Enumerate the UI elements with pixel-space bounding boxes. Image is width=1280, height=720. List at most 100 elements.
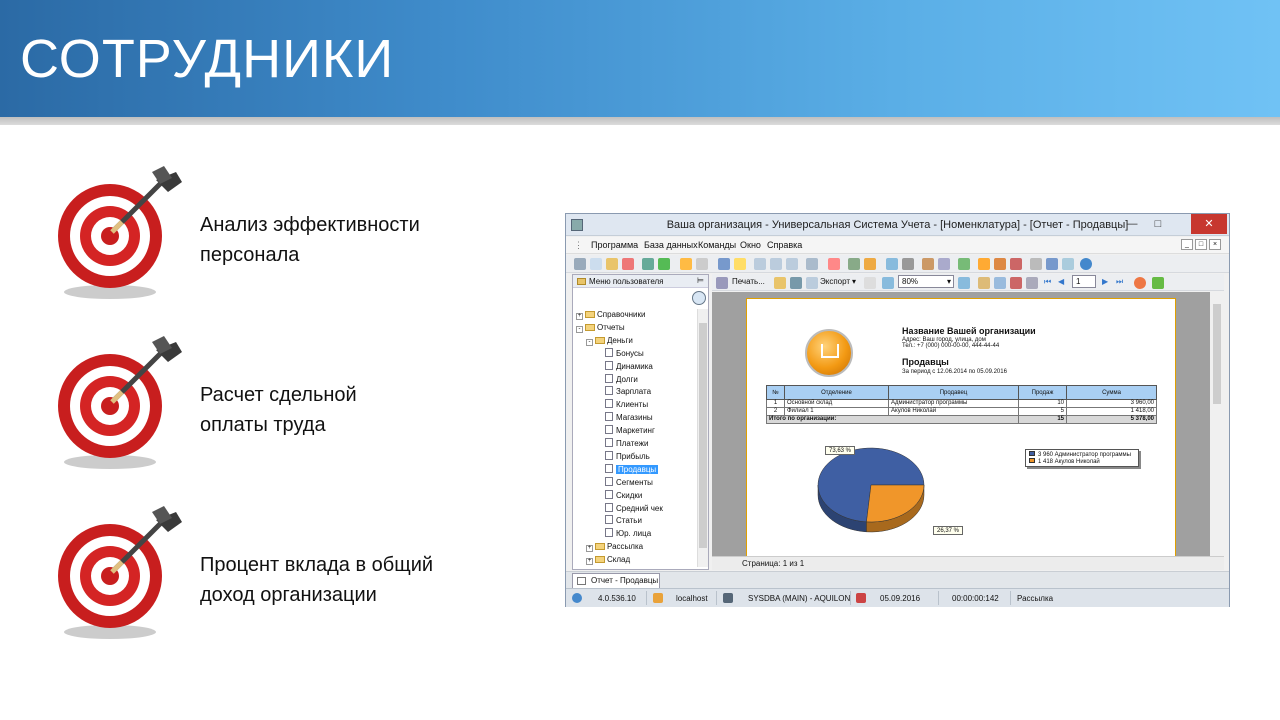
mail-icon[interactable]	[1010, 258, 1022, 270]
first-icon[interactable]	[754, 258, 766, 270]
refresh-icon[interactable]	[658, 258, 670, 270]
tree-item[interactable]: Средний чек	[596, 502, 663, 515]
tree-item[interactable]: Долги	[596, 373, 638, 386]
rebuild-icon[interactable]	[1152, 277, 1164, 289]
scrollbar-thumb[interactable]	[1213, 304, 1221, 404]
search-icon[interactable]	[642, 258, 654, 270]
print-icon[interactable]	[806, 258, 818, 270]
up-icon[interactable]	[770, 258, 782, 270]
close-icon[interactable]: ✕	[1191, 214, 1227, 234]
delete-icon[interactable]	[622, 258, 634, 270]
tree-item[interactable]: Магазины	[596, 412, 653, 424]
printer-icon[interactable]	[1046, 258, 1058, 270]
tree-item[interactable]: Клиенты	[596, 399, 648, 411]
first-page-icon[interactable]: ⏮	[1044, 277, 1051, 287]
tree-item[interactable]: - Отчеты	[576, 322, 625, 334]
print-button[interactable]: Печать...	[732, 277, 765, 286]
edit-report-icon[interactable]	[1026, 277, 1038, 289]
export-button[interactable]: Экспорт	[820, 277, 850, 286]
tree-item-label: Статьи	[616, 516, 642, 526]
tree-item[interactable]: + Склад	[586, 554, 630, 566]
tools-icon[interactable]	[922, 258, 934, 270]
grid-icon[interactable]	[848, 258, 860, 270]
image-icon[interactable]	[958, 258, 970, 270]
page-number-input[interactable]: 1	[1072, 275, 1096, 288]
mdi-restore-icon[interactable]: □	[1195, 239, 1207, 250]
printer-icon	[716, 277, 728, 289]
calendar-icon[interactable]	[1030, 258, 1042, 270]
zoom-select[interactable]: 80% ▾	[898, 275, 954, 288]
zoom-out-icon[interactable]	[958, 277, 970, 289]
tree-item[interactable]: Зарплата	[596, 386, 651, 398]
menu-item-help[interactable]: Справка	[767, 240, 802, 250]
copy-icon[interactable]	[590, 258, 602, 270]
tab-report-sellers[interactable]: Отчет - Продавцы	[572, 573, 660, 588]
lock-icon[interactable]	[978, 258, 990, 270]
page-setup-icon[interactable]	[864, 277, 876, 289]
down-icon[interactable]	[786, 258, 798, 270]
pin-icon[interactable]: ⊨	[697, 276, 704, 285]
mdi-minimize-icon[interactable]: _	[1181, 239, 1193, 250]
tree-item[interactable]: Сегменты	[596, 476, 653, 489]
tree-item[interactable]: - Деньги	[586, 335, 633, 347]
scrollbar-thumb[interactable]	[699, 323, 707, 548]
tree-item[interactable]: Бонусы	[596, 347, 644, 360]
tree-item[interactable]: Прибыль	[596, 450, 650, 463]
col-header: Отделение	[784, 385, 889, 400]
folder-icon	[585, 311, 595, 318]
tree-item[interactable]: Статьи	[596, 515, 642, 527]
tree-item[interactable]: Юр. лица	[596, 528, 651, 540]
collapse-icon[interactable]: -	[576, 325, 583, 333]
maximize-icon[interactable]: □	[1145, 214, 1171, 234]
outline-icon[interactable]	[994, 277, 1006, 289]
menu-item-program[interactable]: Программа	[591, 240, 638, 250]
window-titlebar[interactable]: Ваша организация - Универсальная Система…	[566, 214, 1229, 236]
next-page-icon[interactable]: ▶	[1102, 277, 1108, 286]
menu-item-database[interactable]: База данных	[644, 240, 698, 250]
thumbnails-icon[interactable]	[1010, 277, 1022, 289]
share-icon[interactable]	[1062, 258, 1074, 270]
tree-item[interactable]: + Рассылка	[586, 541, 643, 553]
tree-scrollbar[interactable]	[697, 309, 708, 567]
prev-page-icon[interactable]: ◀	[1058, 277, 1064, 286]
open-icon[interactable]	[774, 277, 786, 289]
tree-item[interactable]: + Справочники	[576, 309, 645, 321]
tree-item[interactable]: Динамика	[596, 360, 653, 373]
expand-icon[interactable]: +	[586, 558, 593, 566]
report-scrollbar[interactable]	[1210, 292, 1224, 556]
legend-label: 1 418 Акулов Николай	[1038, 459, 1100, 465]
slide-title: СОТРУДНИКИ	[20, 29, 395, 89]
chart-icon[interactable]	[902, 258, 914, 270]
note-icon[interactable]	[734, 258, 746, 270]
zoom-icon[interactable]	[886, 258, 898, 270]
filter-icon[interactable]	[680, 258, 692, 270]
stop-icon[interactable]	[1134, 277, 1146, 289]
menu-item-commands[interactable]: Команды	[698, 240, 736, 250]
filter-clear-icon[interactable]	[696, 258, 708, 270]
tree-item[interactable]: Маркетинг	[596, 425, 655, 437]
mdi-close-icon[interactable]: ×	[1209, 239, 1221, 250]
edit-icon[interactable]	[606, 258, 618, 270]
collapse-icon[interactable]: -	[586, 338, 593, 346]
save-icon[interactable]	[790, 277, 802, 289]
database-icon	[653, 593, 663, 603]
find-icon[interactable]	[978, 277, 990, 289]
report-icon[interactable]	[864, 258, 876, 270]
tree-item[interactable]: Скидки	[596, 489, 642, 502]
expand-icon[interactable]: +	[586, 545, 593, 553]
import-icon[interactable]	[718, 258, 730, 270]
last-page-icon[interactable]: ⏭	[1116, 277, 1123, 287]
search-icon[interactable]	[692, 291, 706, 305]
users-icon[interactable]	[994, 258, 1006, 270]
window-icon[interactable]	[828, 258, 840, 270]
info-icon[interactable]	[1080, 258, 1092, 270]
tree-item[interactable]: Платежи	[596, 438, 648, 450]
minimize-icon[interactable]: —	[1119, 214, 1145, 234]
chevron-down-icon[interactable]: ▾	[852, 277, 856, 286]
expand-icon[interactable]: +	[576, 313, 583, 320]
zoom-in-icon[interactable]	[882, 277, 894, 289]
tree-item[interactable]: Продавцы	[596, 463, 659, 476]
settings-icon[interactable]	[938, 258, 950, 270]
menu-item-window[interactable]: Окно	[740, 240, 761, 250]
new-icon[interactable]	[574, 258, 586, 270]
